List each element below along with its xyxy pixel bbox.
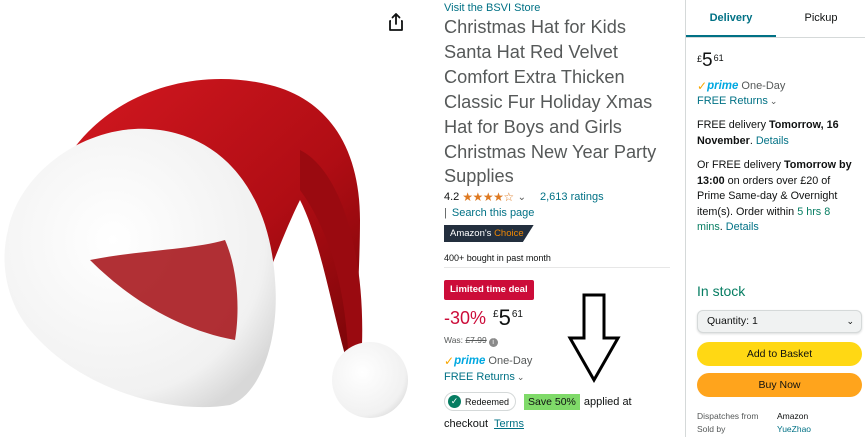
dispatches-label: Dispatches from	[697, 411, 759, 421]
add-to-basket-button[interactable]: Add to Basket	[697, 342, 862, 366]
was-price: £7.99	[465, 335, 487, 345]
product-image[interactable]	[0, 30, 418, 430]
free-returns-link[interactable]: FREE Returns ⌄	[444, 371, 524, 383]
chevron-down-icon[interactable]: ⌄	[518, 192, 526, 203]
prime-badge: ✓ prime One-Day	[697, 79, 785, 93]
bought-count: 400+ bought in past month	[444, 253, 551, 263]
seller-info: Dispatches from Amazon Sold by YueZhao	[697, 410, 862, 436]
free-returns-label: FREE Returns	[697, 95, 768, 107]
save-percent-badge: Save 50%	[524, 393, 580, 410]
buy-now-button[interactable]: Buy Now	[697, 373, 862, 397]
product-title: Christmas Hat for Kids Santa Hat Red Vel…	[444, 17, 657, 187]
rating-value: 4.2	[444, 191, 460, 203]
was-label: Was:	[444, 335, 464, 345]
product-image-panel	[0, 0, 418, 437]
amazons-choice-badge[interactable]: Amazon's Choice	[444, 225, 534, 242]
price-whole: 5	[498, 305, 511, 330]
prime-delivery-text: One-Day	[741, 80, 786, 92]
fast-delivery-info: Or FREE delivery Tomorrow by 13:00 on or…	[697, 158, 857, 236]
sold-by-label: Sold by	[697, 424, 726, 434]
coupon-row: ✓ Redeemed Save 50% applied at	[444, 392, 632, 411]
star-rating-icon[interactable]: ★★★★☆	[462, 190, 514, 204]
prime-check-icon: ✓	[444, 354, 455, 368]
choice-prefix: Amazon's	[450, 228, 492, 239]
price-fraction: 61	[713, 53, 724, 63]
search-row: | Search this page	[444, 207, 534, 219]
separator-pipe: |	[444, 207, 447, 219]
buybox-price: £ 5 61	[697, 50, 724, 72]
free-returns-link[interactable]: FREE Returns ⌄	[697, 95, 777, 107]
tab-pickup[interactable]: Pickup	[776, 0, 865, 37]
prime-badge: ✓ prime One-Day	[444, 354, 532, 368]
divider	[444, 267, 670, 268]
info-icon[interactable]: i	[488, 338, 498, 347]
chevron-down-icon: ⌄	[769, 96, 778, 106]
buy-box: Delivery Pickup £ 5 61 ✓ prime One-Day FRE…	[685, 0, 865, 437]
delivery-info: FREE delivery Tomorrow, 16 November. Det…	[697, 118, 857, 149]
chevron-down-icon: ⌄	[516, 372, 525, 382]
prime-logo: prime	[454, 355, 486, 367]
prime-check-icon: ✓	[697, 79, 708, 93]
stock-status: In stock	[697, 283, 746, 299]
search-this-page-link[interactable]: Search this page	[452, 207, 535, 219]
delivery-details-link[interactable]: Details	[756, 135, 789, 147]
fast-prefix: Or FREE delivery	[697, 159, 784, 171]
checkout-row: checkout Terms	[444, 418, 524, 430]
seller-link[interactable]: YueZhao	[777, 424, 811, 434]
down-arrow-annotation-icon	[567, 293, 621, 384]
free-returns-label: FREE Returns	[444, 371, 515, 383]
terms-link[interactable]: Terms	[494, 418, 524, 430]
check-icon: ✓	[448, 395, 461, 408]
redeemed-coupon-button[interactable]: ✓ Redeemed	[444, 392, 517, 411]
discount-percent: -30%	[444, 308, 487, 328]
dispatches-value: Amazon	[777, 411, 809, 421]
quantity-value: Quantity: 1	[707, 315, 758, 327]
store-link[interactable]: Visit the BSVI Store	[444, 2, 540, 14]
quantity-select[interactable]: Quantity: 1 ⌄	[697, 310, 862, 333]
was-price-row: Was: £7.99 i	[444, 335, 498, 347]
share-icon[interactable]	[386, 12, 406, 32]
price-row: -30% £ 5 61	[444, 306, 523, 330]
price-fraction: 61	[511, 309, 523, 320]
tab-delivery[interactable]: Delivery	[686, 0, 776, 37]
redeemed-label: Redeemed	[465, 396, 510, 407]
limited-time-deal-badge: Limited time deal	[444, 280, 534, 300]
product-details: Visit the BSVI Store Christmas Hat for K…	[444, 0, 672, 437]
delivery-prefix: FREE delivery	[697, 119, 769, 131]
rating-row: 4.2 ★★★★☆ ⌄ 2,613 ratings	[444, 190, 604, 204]
applied-text: applied at	[583, 395, 632, 408]
choice-word: Choice	[494, 228, 524, 239]
prime-delivery-text: One-Day	[488, 355, 533, 367]
price-whole: 5	[702, 50, 713, 71]
fast-details-link[interactable]: Details	[726, 221, 759, 233]
delivery-tabs: Delivery Pickup	[686, 0, 865, 38]
checkout-text: checkout	[444, 418, 489, 430]
ratings-count-link[interactable]: 2,613 ratings	[540, 191, 604, 203]
chevron-down-icon: ⌄	[846, 316, 854, 326]
prime-logo: prime	[707, 80, 739, 92]
